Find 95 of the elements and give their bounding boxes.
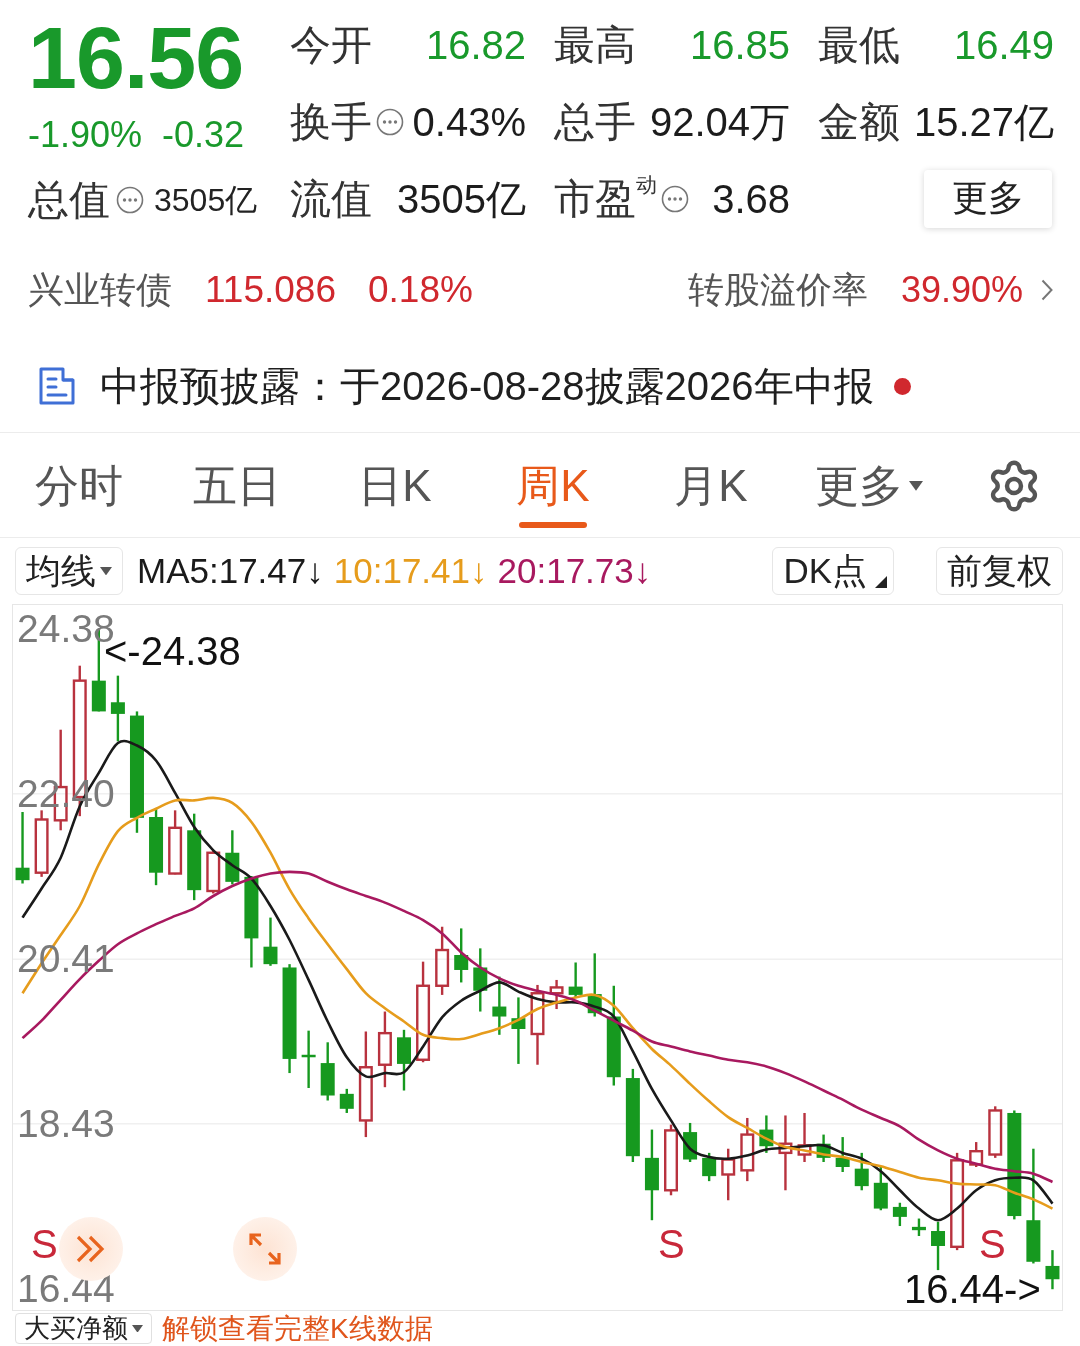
candlestick <box>397 1029 411 1091</box>
candlestick <box>931 1221 946 1271</box>
unlock-link[interactable]: 解锁查看完整K线数据 <box>162 1312 433 1345</box>
stat-value: 15.27亿 <box>913 98 1054 145</box>
price-axis-label: 18.43 <box>17 1103 115 1144</box>
candlestick <box>740 1117 755 1182</box>
bond-name: 兴业转债 <box>28 269 172 311</box>
stat-label: 总手 <box>554 98 636 145</box>
bond-price: 115.086 <box>205 269 336 311</box>
caret-down-icon <box>132 1324 143 1333</box>
candlestick <box>1045 1250 1060 1290</box>
last-price: 16.56 <box>28 7 244 109</box>
candlestick <box>759 1115 774 1153</box>
candlestick <box>988 1106 1003 1158</box>
moving-average-value: MA5:17.47↓ <box>137 550 324 592</box>
premium-value: 39.90% <box>900 269 1023 311</box>
candlestick <box>721 1148 736 1201</box>
candlestick <box>816 1134 831 1162</box>
candlestick <box>34 810 49 877</box>
indicator-select[interactable]: 均线 <box>15 547 123 595</box>
stat-value: 3505亿 <box>397 175 526 222</box>
stat-label: 最高 <box>554 21 636 68</box>
caret-down-icon <box>100 566 112 576</box>
candlestick <box>683 1122 698 1162</box>
candlestick <box>435 926 450 995</box>
premium-label: 转股溢价率 <box>687 269 868 311</box>
ellipsis-circle-icon[interactable] <box>661 184 689 213</box>
period-tab[interactable]: 月K <box>632 433 790 537</box>
document-icon <box>38 366 76 406</box>
candlestick <box>15 812 30 884</box>
candlestick <box>206 851 221 894</box>
indicator-select[interactable]: 大买净额 <box>15 1313 152 1344</box>
candlestick <box>549 979 564 1010</box>
candlestick <box>454 928 469 983</box>
candlestick <box>892 1202 907 1227</box>
stat-value: 16.85 <box>689 21 790 68</box>
low-price-marker: 16.44-> <box>904 1267 1041 1311</box>
ellipsis-circle-icon[interactable] <box>376 107 404 136</box>
notice-text: 中报预披露：于2026-08-28披露2026年中报 <box>100 363 874 409</box>
stat-value: 16.82 <box>425 21 526 68</box>
candlestick <box>511 997 526 1064</box>
candlestick <box>568 962 583 998</box>
period-tab[interactable]: 更多 <box>790 433 948 537</box>
change-amount: -0.32 <box>162 115 245 155</box>
chevron-right-icon[interactable] <box>1041 279 1053 301</box>
stat-label: 金额 <box>818 98 900 145</box>
dk-points-button[interactable]: DK点 <box>772 547 894 595</box>
stat-value: 3.68 <box>712 175 790 222</box>
stat-value: 0.43% <box>412 98 526 145</box>
candlestick <box>873 1167 888 1211</box>
stat-label: 换手 <box>290 98 372 145</box>
candlestick <box>339 1088 354 1113</box>
expand-arrows-icon <box>248 1232 282 1266</box>
period-tab[interactable]: 分时 <box>0 433 158 537</box>
stat-value: 3505亿 <box>154 181 258 219</box>
stat-value: 16.49 <box>953 21 1054 68</box>
double-chevron-icon <box>76 1235 106 1263</box>
moving-average-value: 20:17.73↓ <box>497 550 652 592</box>
candlestick <box>110 675 125 742</box>
candlestick <box>225 830 240 885</box>
candlestick <box>835 1137 850 1172</box>
candlestick <box>911 1218 926 1236</box>
candlestick <box>320 1042 335 1101</box>
candlestick <box>587 953 602 1017</box>
candlestick <box>301 1030 316 1088</box>
corner-triangle-icon <box>875 576 887 588</box>
stat-label: 流值 <box>290 175 372 222</box>
price-adjust-button[interactable]: 前复权 <box>936 547 1063 595</box>
candlestick <box>664 1124 678 1196</box>
candlestick <box>797 1112 812 1162</box>
sell-signal: S <box>979 1223 1006 1265</box>
price-axis-label: 16.44 <box>17 1269 115 1310</box>
bond-change: 0.18% <box>368 269 473 311</box>
period-tab[interactable]: 日K <box>316 433 474 537</box>
moving-average-value: 10:17.41↓ <box>333 550 488 592</box>
more-button[interactable]: 更多 <box>924 169 1052 228</box>
caret-down-icon <box>909 481 923 491</box>
sell-signal: S <box>658 1223 685 1265</box>
stat-label: 总值 <box>28 177 110 223</box>
candlestick <box>168 810 183 875</box>
candlestick <box>969 1142 984 1167</box>
sell-signal: S <box>31 1223 58 1265</box>
stat-label: 市盈$^{动}$ <box>554 175 657 222</box>
candlestick <box>854 1152 869 1191</box>
stat-label: 最低 <box>818 21 900 68</box>
change-percent: -1.90% <box>28 115 143 155</box>
candlestick <box>702 1152 717 1182</box>
candlestick <box>492 976 507 1035</box>
stat-value: 92.04万 <box>649 98 790 145</box>
ellipsis-circle-icon[interactable] <box>116 186 144 214</box>
stat-label: 今开 <box>290 21 372 68</box>
period-tab[interactable]: 五日 <box>158 433 316 537</box>
candlestick <box>473 948 488 1012</box>
candlestick <box>263 917 278 966</box>
period-tab[interactable]: 周K <box>474 433 632 537</box>
